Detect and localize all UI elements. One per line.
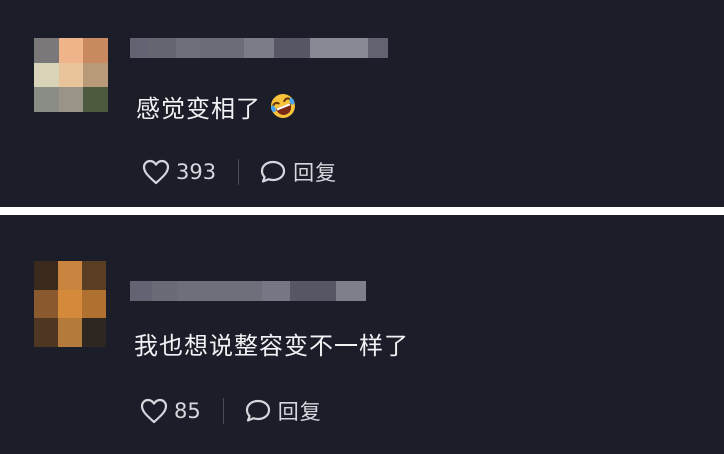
avatar-mosaic-cell <box>58 87 84 112</box>
username-mosaic-block <box>212 281 262 301</box>
username-mosaic-block <box>148 38 176 58</box>
reply-button[interactable]: 回复 <box>259 157 337 187</box>
username-mosaic-block <box>152 281 178 301</box>
username-mosaic-block <box>244 38 274 58</box>
avatar-mosaic-cell <box>58 38 84 63</box>
heart-icon <box>140 398 168 424</box>
comment-card: 我也想说整容变不一样了 85 回复 <box>0 215 724 454</box>
like-button[interactable]: 393 <box>142 159 216 185</box>
avatar-mosaic-cell <box>58 261 82 290</box>
username-mosaic-block <box>290 281 336 301</box>
avatar-mosaic-cell <box>83 38 108 63</box>
speech-bubble-icon <box>260 160 286 183</box>
comment-actions: 85 回复 <box>140 395 322 427</box>
username-mosaic-block <box>368 38 388 58</box>
username-mosaic-block <box>262 281 290 301</box>
avatar-mosaic-cell <box>82 261 106 290</box>
comment-text: 感觉变相了 <box>136 86 297 126</box>
avatar-mosaic-cell <box>34 318 58 347</box>
avatar[interactable] <box>34 261 106 347</box>
avatar-mosaic-cell <box>82 318 106 347</box>
speech-bubble-icon <box>245 399 270 422</box>
avatar-mosaic-cell <box>58 62 84 88</box>
avatar-mosaic-cell <box>34 62 59 88</box>
avatar[interactable] <box>34 38 108 112</box>
avatar-mosaic-cell <box>58 318 82 347</box>
username-blurred[interactable] <box>130 281 366 301</box>
avatar-mosaic-cell <box>82 289 106 319</box>
divider <box>222 398 224 424</box>
avatar-mosaic-cell <box>83 62 108 88</box>
like-button[interactable]: 85 <box>140 398 201 424</box>
avatar-mosaic-cell <box>83 87 108 112</box>
heart-icon <box>142 159 170 185</box>
username-blurred[interactable] <box>130 38 388 58</box>
username-mosaic-block <box>310 38 368 58</box>
username-mosaic-block <box>200 38 244 58</box>
username-mosaic-block <box>176 38 200 58</box>
reply-label: 回复 <box>293 161 338 185</box>
reply-label: 回复 <box>277 400 322 424</box>
rofl-emoji-icon <box>270 94 295 118</box>
avatar-mosaic-cell <box>34 261 58 290</box>
comment-text-content: 我也想说整容变不一样了 <box>134 331 409 360</box>
avatar-mosaic-cell <box>34 38 59 63</box>
comment-text-content: 感觉变相了 <box>136 94 261 123</box>
avatar-mosaic-cell <box>34 289 58 319</box>
username-mosaic-block <box>130 38 148 58</box>
reply-button[interactable]: 回复 <box>244 396 322 426</box>
username-mosaic-block <box>178 281 212 301</box>
avatar-mosaic-cell <box>58 289 82 319</box>
divider <box>238 159 240 185</box>
comment-card: 感觉变相了 393 回复 <box>0 0 724 207</box>
username-mosaic-block <box>274 38 310 58</box>
like-count: 393 <box>176 160 217 184</box>
comment-actions: 393 回复 <box>142 156 337 188</box>
comment-text: 我也想说整容变不一样了 <box>134 325 409 361</box>
username-mosaic-block <box>336 281 366 301</box>
username-mosaic-block <box>130 281 152 301</box>
avatar-mosaic-cell <box>34 87 59 112</box>
like-count: 85 <box>174 399 201 423</box>
